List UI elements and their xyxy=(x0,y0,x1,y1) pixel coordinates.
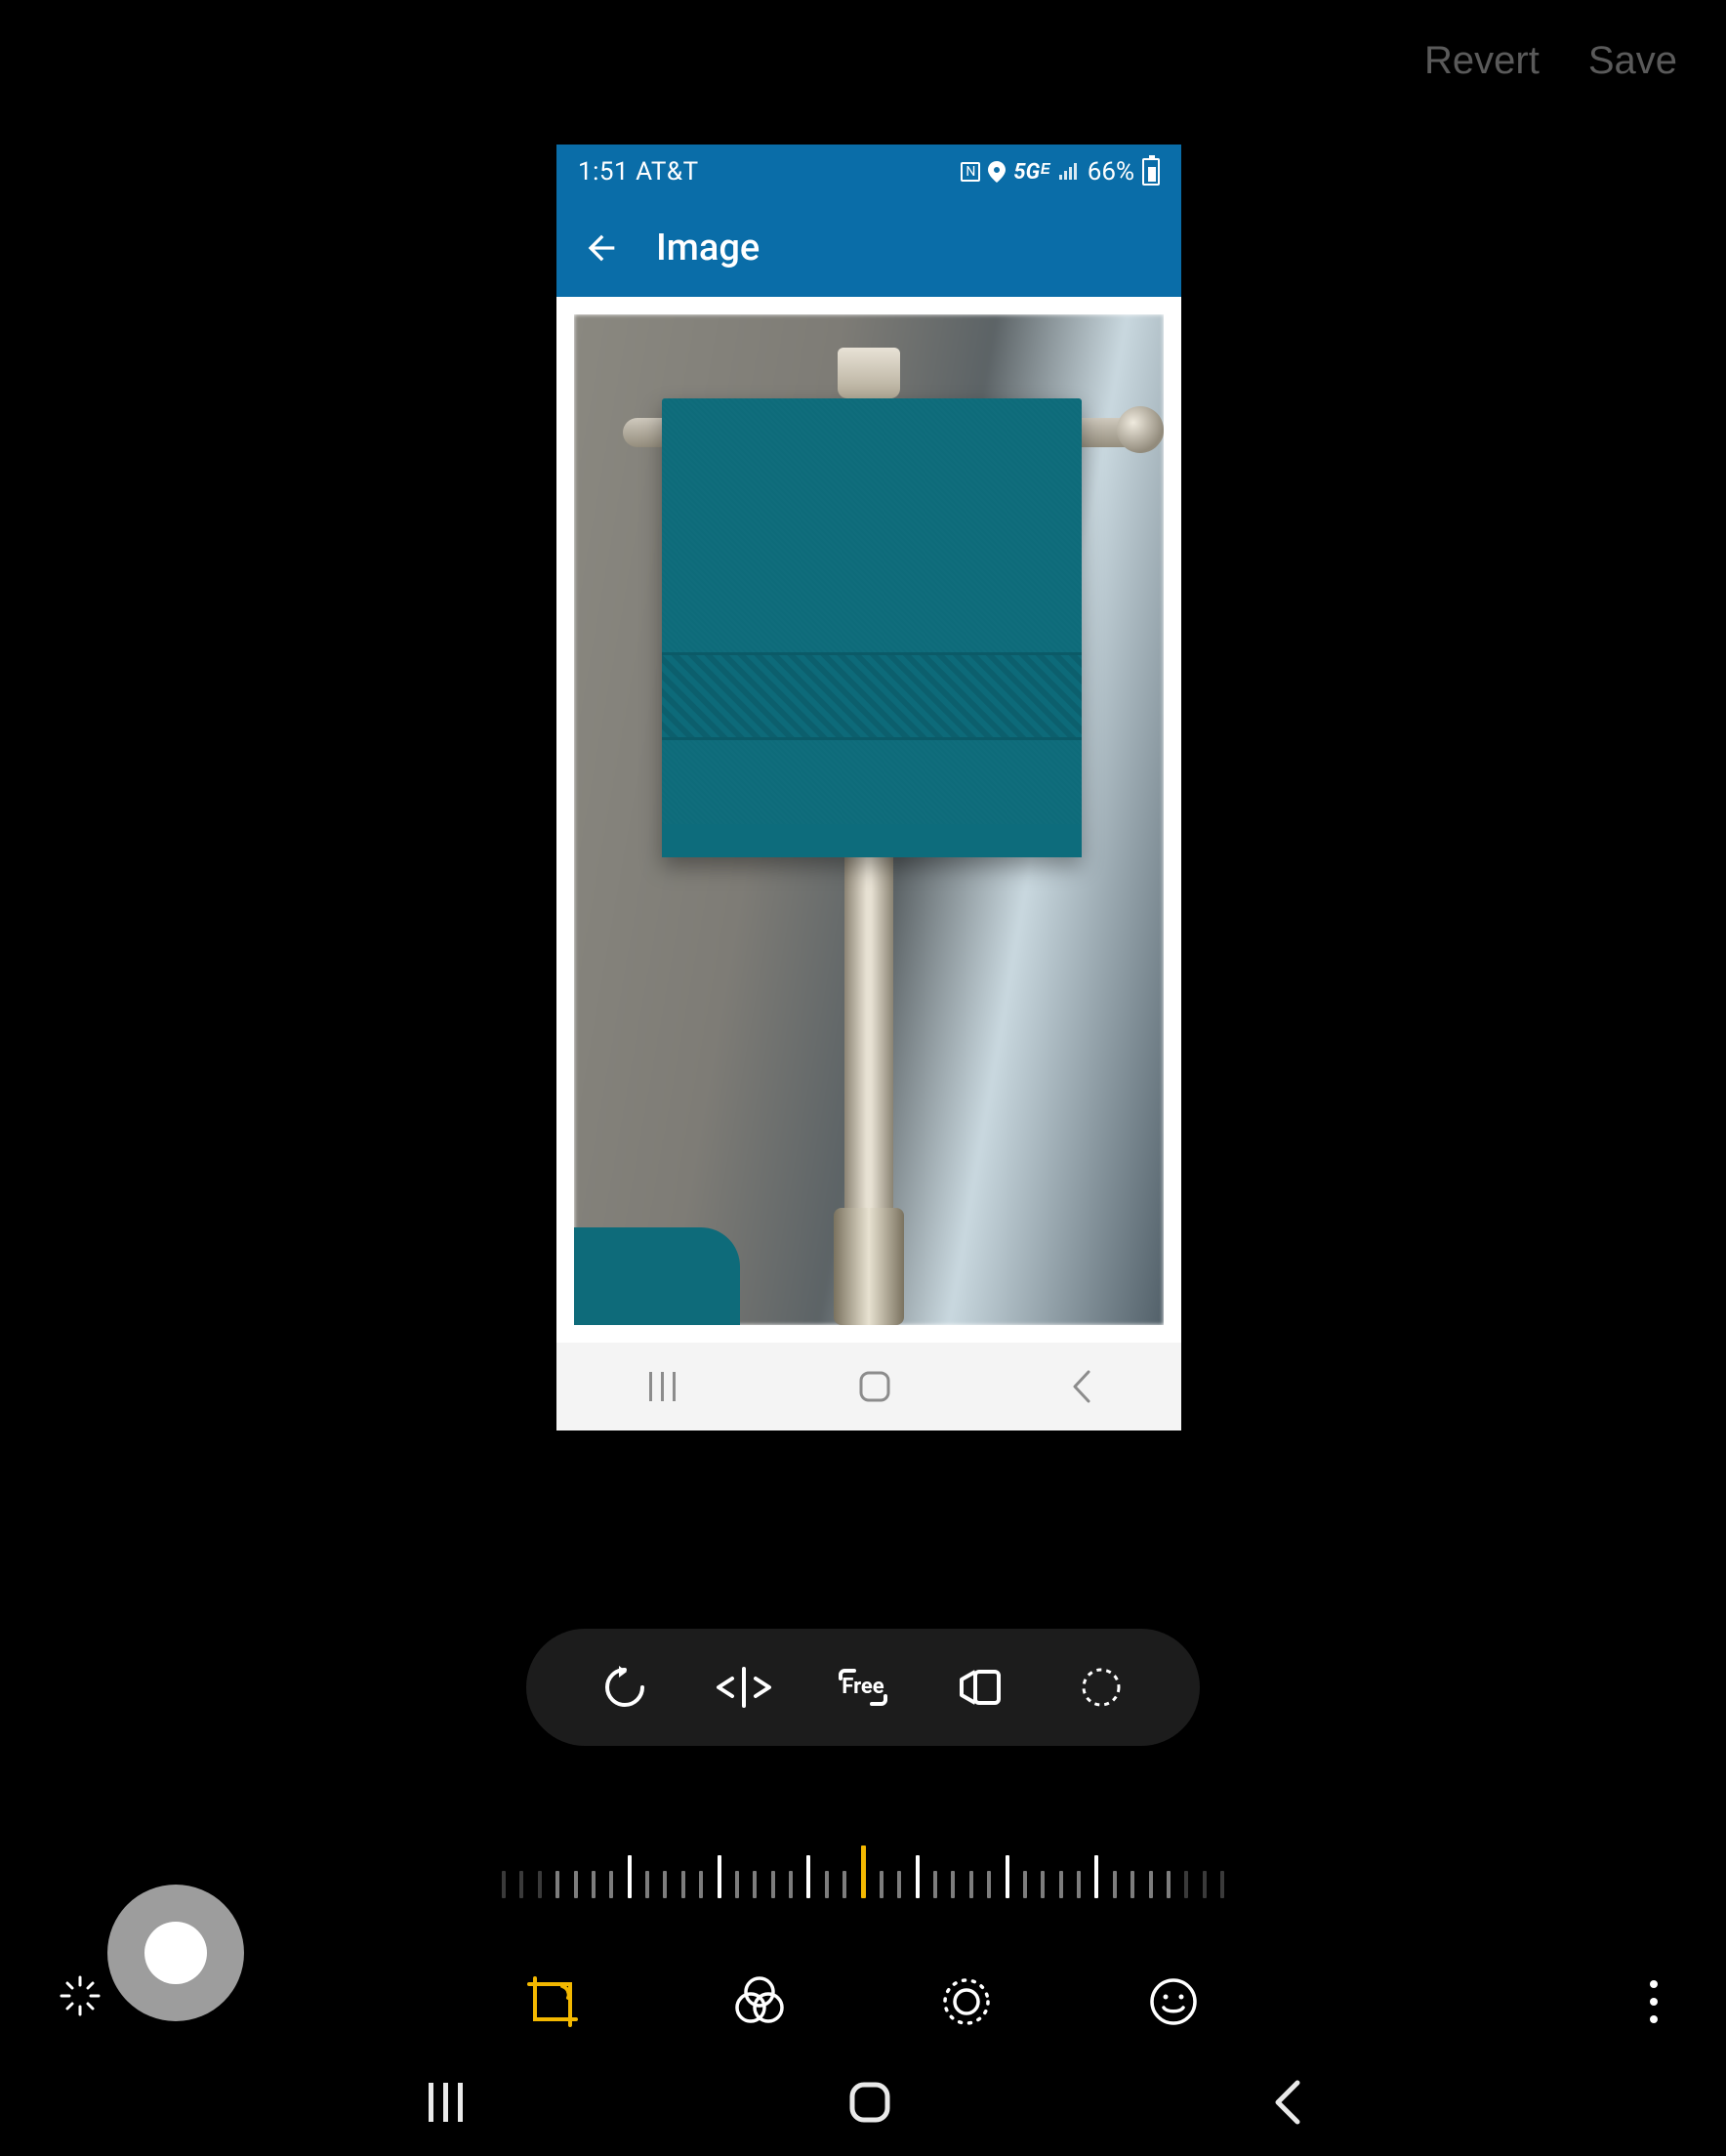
more-options-icon[interactable] xyxy=(1650,1980,1658,2023)
inner-back-icon[interactable] xyxy=(1069,1370,1092,1403)
inner-recents-icon[interactable] xyxy=(645,1372,680,1401)
inner-content-area xyxy=(556,297,1181,1343)
nfc-icon: N xyxy=(961,162,980,182)
aspect-ratio-label: Free xyxy=(842,1675,884,1699)
straighten-ruler[interactable] xyxy=(502,1836,1224,1898)
shape-mask-tool-icon[interactable] xyxy=(1072,1658,1130,1717)
sys-back-icon[interactable] xyxy=(1270,2079,1303,2126)
sys-home-icon[interactable] xyxy=(846,2079,893,2126)
sys-recents-icon[interactable] xyxy=(423,2083,470,2122)
inner-phone-navbar xyxy=(556,1343,1181,1430)
edited-image-phone-frame[interactable]: 1:51 AT&T N 5Gᴱ 66% Image xyxy=(556,145,1181,1430)
rotate-tool-icon[interactable] xyxy=(596,1658,654,1717)
inner-app-bar: Image xyxy=(556,199,1181,297)
aspect-ratio-tool-icon[interactable]: Free xyxy=(834,1658,892,1717)
transform-mode-icon[interactable] xyxy=(522,1971,583,2032)
editor-modes-row xyxy=(0,1943,1726,2060)
editor-top-actions: Revert Save xyxy=(1424,39,1677,83)
inner-app-title: Image xyxy=(656,227,760,270)
network-type: 5Gᴱ xyxy=(1013,159,1049,185)
crop-tools-bar: Free xyxy=(526,1629,1200,1746)
status-time-carrier: 1:51 AT&T xyxy=(578,157,699,187)
back-arrow-icon[interactable] xyxy=(582,228,621,268)
flip-tool-icon[interactable] xyxy=(715,1658,773,1717)
ruler-center-indicator xyxy=(861,1845,866,1898)
location-icon xyxy=(988,161,1006,183)
status-right-cluster: N 5Gᴱ 66% xyxy=(961,157,1160,187)
stickers-mode-icon[interactable] xyxy=(1143,1971,1204,2032)
revert-button[interactable]: Revert xyxy=(1424,39,1540,83)
adjust-mode-icon[interactable] xyxy=(936,1971,997,2032)
save-button[interactable]: Save xyxy=(1588,39,1677,83)
teal-towel xyxy=(662,398,1082,857)
product-image xyxy=(574,314,1164,1325)
system-navbar xyxy=(0,2049,1726,2156)
battery-percent: 66% xyxy=(1088,157,1134,187)
battery-icon xyxy=(1142,158,1160,186)
perspective-tool-icon[interactable] xyxy=(953,1658,1011,1717)
inner-status-bar: 1:51 AT&T N 5Gᴱ 66% xyxy=(556,145,1181,199)
signal-icon xyxy=(1058,163,1080,181)
inner-home-icon[interactable] xyxy=(858,1370,891,1403)
filters-mode-icon[interactable] xyxy=(729,1971,790,2032)
teal-towel-secondary xyxy=(574,1227,740,1325)
